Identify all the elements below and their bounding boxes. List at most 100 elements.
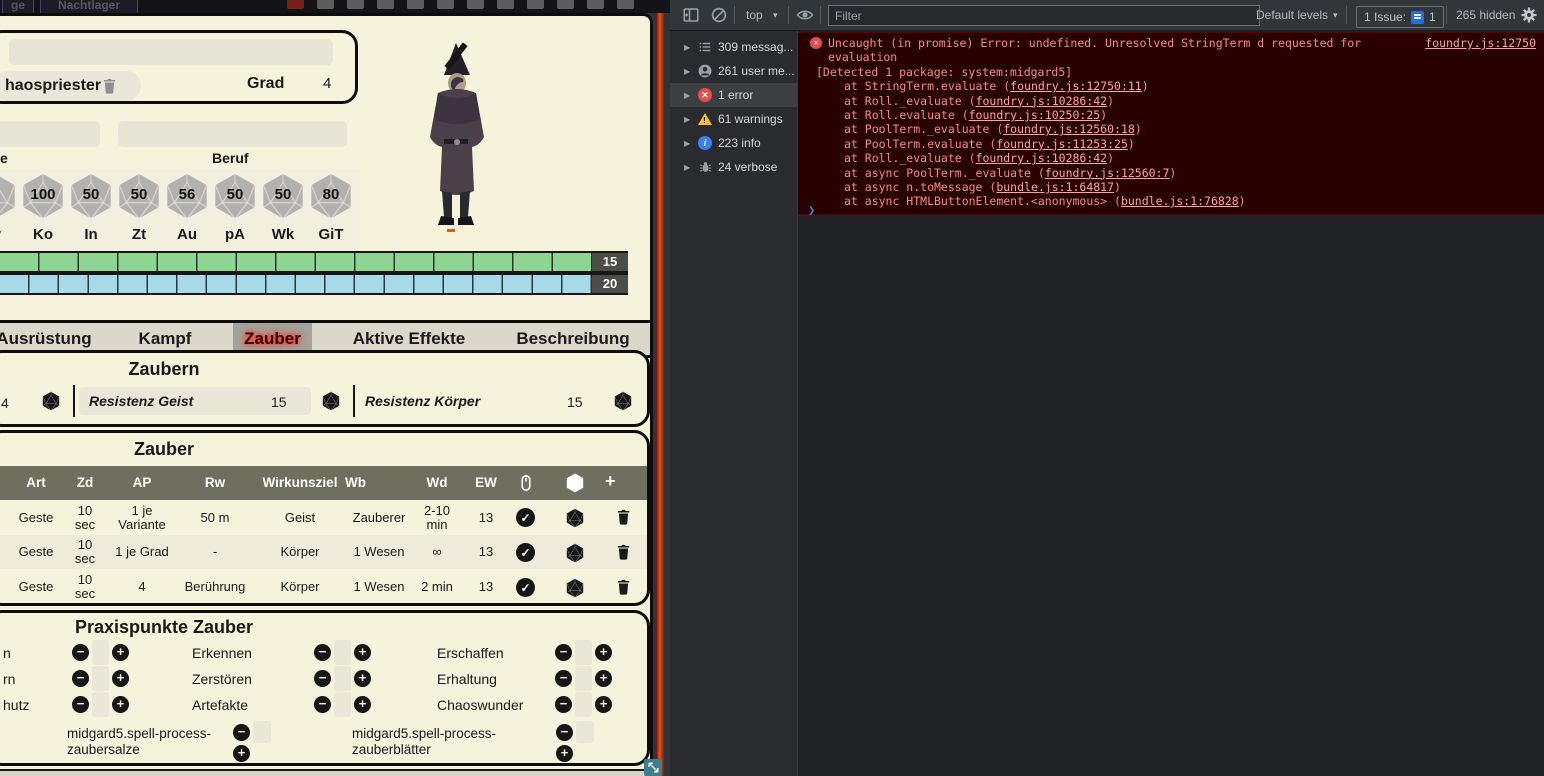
delete-spell-icon[interactable] [615, 508, 632, 526]
minus-button[interactable]: − [72, 670, 89, 687]
praxis-value-field[interactable] [575, 640, 592, 665]
plus-button[interactable]: + [595, 670, 612, 687]
roll-zaubern-die-icon[interactable] [41, 391, 61, 411]
plus-button[interactable]: + [595, 696, 612, 713]
add-spell-button[interactable]: + [605, 471, 616, 492]
praxis-value-field[interactable] [92, 640, 109, 665]
window-toolbar-icon[interactable] [437, 0, 454, 9]
console-prompt[interactable]: ❯ [808, 203, 815, 217]
window-toolbar-icon[interactable] [527, 0, 544, 9]
spell-row[interactable]: Geste 10 sec 1 je Variante 50 m Geist Za… [0, 500, 650, 535]
stack-link[interactable]: bundle.js:1:64817 [996, 180, 1114, 194]
sidebar-item-verbose[interactable]: ▶ 24 verbose [670, 155, 797, 179]
minus-button[interactable]: − [314, 696, 331, 713]
name-input[interactable] [9, 39, 333, 65]
attribute-die-pa[interactable]: 50 [211, 171, 259, 221]
eye-icon[interactable] [796, 6, 814, 24]
attribute-die-gw[interactable]: 5 [0, 171, 19, 221]
praxis-value-field[interactable] [334, 666, 351, 691]
attribute-die-zt[interactable]: 50 [115, 171, 163, 221]
plus-button[interactable]: + [112, 696, 129, 713]
window-toolbar-icon[interactable] [377, 0, 394, 9]
expand-arrow-icon[interactable]: ▶ [684, 115, 692, 124]
console-sidebar-toggle-icon[interactable] [682, 6, 700, 24]
sidebar-item-messages[interactable]: ▶ 309 messag... [670, 35, 797, 59]
attribute-die-in[interactable]: 50 [67, 171, 115, 221]
expand-arrow-icon[interactable]: ▶ [684, 139, 692, 148]
praxis-value-field[interactable] [92, 666, 109, 691]
stack-link[interactable]: foundry.js:12750:11 [1010, 79, 1142, 93]
plus-button[interactable]: + [233, 745, 250, 762]
delete-class-icon[interactable] [101, 77, 118, 95]
roll-resistenz-koerper-die-icon[interactable] [613, 391, 633, 411]
minus-button[interactable]: − [72, 644, 89, 661]
minus-button[interactable]: − [556, 724, 573, 741]
attribute-die-wk[interactable]: 50 [259, 171, 307, 221]
filter-input[interactable] [828, 5, 1260, 26]
scene-tab-nachtlager[interactable]: Nachtlager [40, 0, 138, 13]
minus-button[interactable]: − [555, 670, 572, 687]
roll-spell-die-icon[interactable] [565, 578, 585, 598]
scene-tab[interactable]: ge [2, 0, 34, 13]
spell-row[interactable]: Geste 10 sec 4 Berührung Körper 1 Wesen … [0, 569, 650, 605]
expand-arrow-icon[interactable]: ▶ [684, 91, 692, 100]
plus-button[interactable]: + [112, 644, 129, 661]
sidebar-item-info[interactable]: ▶ i 223 info [670, 131, 797, 155]
plus-button[interactable]: + [112, 670, 129, 687]
stack-link[interactable]: foundry.js:10250:25 [969, 108, 1101, 122]
window-toolbar-icon[interactable] [497, 0, 514, 9]
praxis-value-field[interactable] [253, 721, 271, 743]
cast-check-button[interactable]: ✓ [516, 578, 535, 597]
stack-link[interactable]: foundry.js:10286:42 [976, 94, 1108, 108]
minus-button[interactable]: − [72, 696, 89, 713]
minus-button[interactable]: − [555, 696, 572, 713]
roll-spell-die-icon[interactable] [565, 508, 585, 528]
window-toolbar-icon[interactable] [317, 0, 334, 9]
praxis-value-field[interactable] [334, 692, 351, 717]
plus-button[interactable]: + [354, 696, 371, 713]
sidebar-item-errors[interactable]: ▶ ✕ 1 error [670, 83, 797, 107]
sidebar-item-warnings[interactable]: ▶ ! 61 warnings [670, 107, 797, 131]
window-toolbar-icon[interactable] [617, 0, 634, 9]
minus-button[interactable]: − [314, 670, 331, 687]
praxis-value-field[interactable] [576, 721, 594, 743]
resize-handle[interactable] [644, 759, 662, 776]
attribute-die-ko[interactable]: 100 [19, 171, 67, 221]
praxis-value-field[interactable] [575, 666, 592, 691]
praxis-value-field[interactable] [575, 692, 592, 717]
plus-button[interactable]: + [595, 644, 612, 661]
stack-link[interactable]: foundry.js:11253:25 [996, 137, 1128, 151]
grad-value[interactable]: 4 [323, 75, 331, 92]
plus-button[interactable]: + [354, 670, 371, 687]
stack-link[interactable]: foundry.js:10286:42 [976, 151, 1108, 165]
settings-gear-icon[interactable] [1520, 6, 1538, 24]
praxis-value-field[interactable] [92, 692, 109, 717]
window-toolbar-icon[interactable] [557, 0, 574, 9]
race-input[interactable] [0, 121, 100, 147]
minus-button[interactable]: − [314, 644, 331, 661]
plus-button[interactable]: + [556, 745, 573, 762]
expand-arrow-icon[interactable]: ▶ [684, 67, 692, 76]
stack-link[interactable]: bundle.js:1:76828 [1121, 194, 1239, 208]
source-link[interactable]: foundry.js:12750 [1425, 36, 1536, 65]
sidebar-item-user-messages[interactable]: ▶ 261 user me... [670, 59, 797, 83]
issues-button[interactable]: 1 Issue: 1 [1356, 6, 1444, 28]
character-portrait[interactable] [414, 41, 498, 234]
expand-arrow-icon[interactable]: ▶ [684, 163, 692, 172]
cast-check-button[interactable]: ✓ [516, 543, 535, 562]
expand-arrow-icon[interactable]: ▶ [684, 43, 692, 52]
window-toolbar-icon[interactable] [287, 0, 304, 9]
clear-console-icon[interactable] [710, 6, 728, 24]
roll-spell-die-icon[interactable] [565, 543, 585, 563]
minus-button[interactable]: − [555, 644, 572, 661]
attribute-die-git[interactable]: 80 [307, 171, 355, 221]
log-levels-selector[interactable]: Default levels [1256, 0, 1328, 31]
stack-link[interactable]: foundry.js:12560:18 [1003, 122, 1135, 136]
window-toolbar-icon[interactable] [407, 0, 424, 9]
window-toolbar-icon[interactable] [587, 0, 604, 9]
context-selector[interactable]: top [746, 0, 763, 31]
spell-row[interactable]: Geste 10 sec 1 je Grad - Körper 1 Wesen … [0, 535, 650, 569]
delete-spell-icon[interactable] [615, 543, 632, 561]
minus-button[interactable]: − [233, 724, 250, 741]
window-toolbar-icon[interactable] [467, 0, 484, 9]
